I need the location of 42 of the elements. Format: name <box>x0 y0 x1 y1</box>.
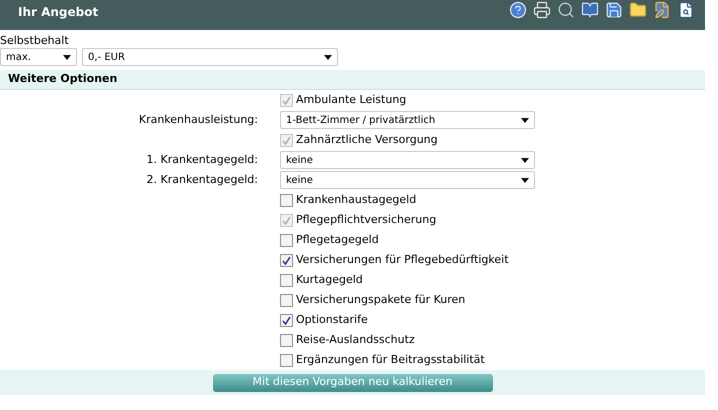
dropdown-field[interactable]: keine <box>280 171 535 189</box>
section-header: Weitere Optionen <box>0 70 705 90</box>
help-icon[interactable] <box>509 1 527 19</box>
document-magnifier-icon[interactable] <box>677 1 695 19</box>
checkbox-label: Kurtagegeld <box>296 272 363 288</box>
checkbox[interactable] <box>280 254 293 266</box>
page-title: Ihr Angebot <box>18 4 98 21</box>
checkbox-label: Pflegepflichtversicherung <box>296 212 436 228</box>
checkbox-label: Optionstarife <box>296 312 368 328</box>
checkbox-label: Reise-Auslandsschutz <box>296 332 415 348</box>
caret-icon <box>521 178 529 182</box>
dropdown-field[interactable]: 1-Bett-Zimmer / privatärztlich <box>280 111 535 129</box>
field-label: 1. Krankentagegeld: <box>146 152 258 168</box>
checkbox-label: Pflegetagegeld <box>296 232 379 248</box>
field-label: 2. Krankentagegeld: <box>146 172 258 188</box>
checkbox[interactable] <box>280 234 293 246</box>
checkbox-label: Ambulante Leistung <box>296 92 406 108</box>
book-icon[interactable] <box>581 1 599 19</box>
search-icon[interactable] <box>557 1 575 19</box>
checkbox-label: Versicherungen für Pflegebedürftigkeit <box>296 252 509 268</box>
caret-icon <box>63 54 71 60</box>
checkbox[interactable] <box>280 274 293 286</box>
caret-icon <box>521 158 529 162</box>
printer-icon[interactable] <box>533 1 551 19</box>
field-label: Selbstbehalt <box>0 34 70 47</box>
checkbox[interactable] <box>280 294 293 306</box>
caret-icon <box>324 54 332 60</box>
checkbox-label: Krankenhaustagegeld <box>296 192 416 208</box>
checkbox-label: Ergänzungen für Beitragsstabilität <box>296 352 485 368</box>
caret-icon <box>521 118 529 122</box>
dropdown-field[interactable]: 0,- EUR <box>82 48 338 66</box>
folder-icon[interactable] <box>629 1 647 19</box>
checkbox[interactable] <box>280 354 293 366</box>
checkbox[interactable] <box>280 314 293 326</box>
checkbox-label: Zahnärztliche Versorgung <box>296 132 438 148</box>
checkbox[interactable] <box>280 194 293 206</box>
field-label: Krankenhausleistung: <box>138 112 258 128</box>
checkbox[interactable] <box>280 334 293 346</box>
checkbox-label: Versicherungspakete für Kuren <box>296 292 466 308</box>
document-pencil-icon[interactable] <box>653 1 671 19</box>
dropdown-field[interactable]: max. <box>0 48 77 66</box>
dropdown-field[interactable]: keine <box>280 151 535 169</box>
